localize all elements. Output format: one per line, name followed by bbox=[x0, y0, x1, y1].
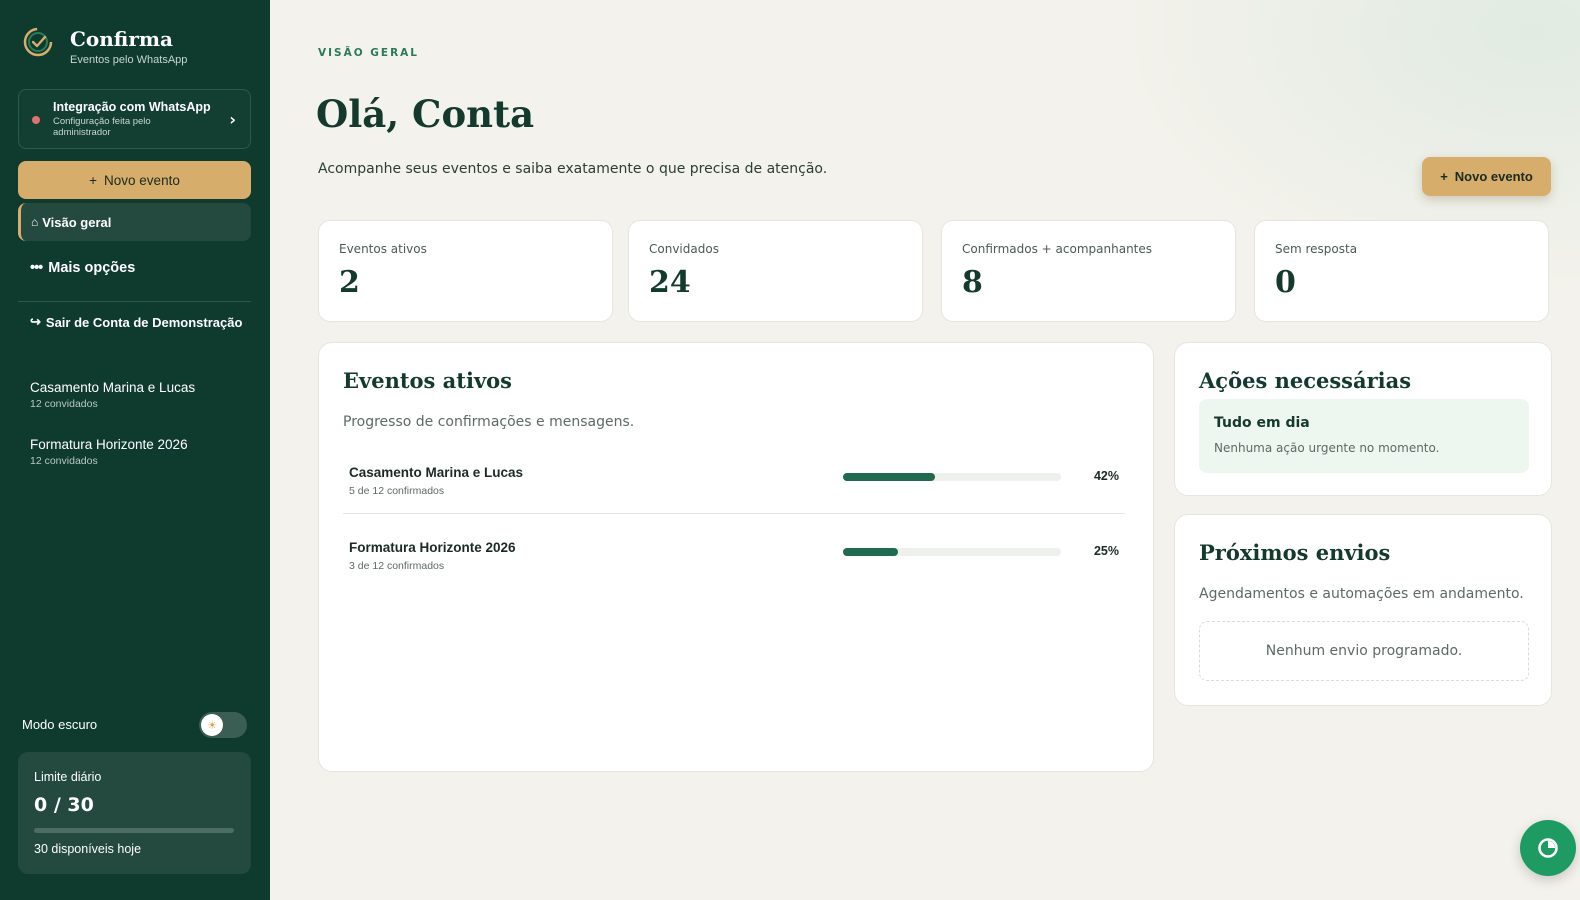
event-progress-fill bbox=[843, 548, 898, 556]
logout-arrow-icon: ↪ bbox=[30, 314, 41, 329]
stat-label: Sem resposta bbox=[1275, 242, 1358, 256]
event-progress-bar bbox=[843, 473, 1061, 481]
new-event-button[interactable]: + Novo evento bbox=[1422, 157, 1551, 196]
whatsapp-integration-title: Integração com WhatsApp bbox=[53, 100, 211, 114]
active-events-subtitle: Progresso de confirmações e mensagens. bbox=[343, 414, 635, 430]
page-eyebrow: VISÃO GERAL bbox=[318, 47, 419, 59]
whatsapp-integration-card[interactable]: Integração com WhatsApp Configuração fei… bbox=[18, 89, 251, 149]
daily-limit-progress bbox=[34, 828, 234, 833]
event-progress-bar bbox=[843, 548, 1061, 556]
event-progress-row[interactable]: Formatura Horizonte 2026 3 de 12 confirm… bbox=[343, 540, 1123, 600]
active-events-title: Eventos ativos bbox=[343, 368, 512, 393]
sidebar-divider bbox=[18, 301, 251, 302]
all-clear-title: Tudo em dia bbox=[1214, 415, 1310, 431]
whatsapp-integration-subtitle: Configuração feita pelo administrador bbox=[53, 116, 151, 138]
all-clear-text: Nenhuma ação urgente no momento. bbox=[1214, 441, 1440, 455]
upcoming-sends-subtitle: Agendamentos e automações em andamento. bbox=[1199, 586, 1524, 602]
event-percent: 25% bbox=[1093, 544, 1119, 558]
sidebar-new-event-button[interactable]: + Novo evento bbox=[18, 161, 251, 199]
sidebar-event-count: 12 convidados bbox=[30, 455, 98, 467]
required-actions-card: Ações necessárias Tudo em dia Nenhuma aç… bbox=[1174, 342, 1552, 496]
sidebar-event-name: Casamento Marina e Lucas bbox=[30, 380, 196, 395]
dots-icon: ••• bbox=[30, 260, 43, 276]
stat-label: Confirmados + acompanhantes bbox=[962, 242, 1153, 256]
sidebar-event-count: 12 convidados bbox=[30, 398, 98, 410]
required-actions-title: Ações necessárias bbox=[1199, 368, 1412, 393]
plus-icon: + bbox=[89, 172, 98, 188]
stat-value: 8 bbox=[962, 265, 983, 300]
stat-label: Convidados bbox=[649, 242, 719, 256]
stat-value: 0 bbox=[1275, 265, 1296, 300]
event-percent: 42% bbox=[1093, 469, 1119, 483]
plus-icon: + bbox=[1440, 169, 1448, 184]
active-events-card: Eventos ativos Progresso de confirmações… bbox=[318, 342, 1154, 772]
chevron-right-icon: › bbox=[229, 110, 236, 129]
sidebar: Confirma Eventos pelo WhatsApp Integraçã… bbox=[0, 0, 270, 900]
more-options-label: Mais opções bbox=[48, 260, 136, 276]
all-clear-box: Tudo em dia Nenhuma ação urgente no mome… bbox=[1199, 399, 1529, 473]
page-subtitle: Acompanhe seus eventos e saiba exatament… bbox=[318, 161, 828, 177]
upcoming-empty-state: Nenhum envio programado. bbox=[1199, 621, 1529, 681]
stat-card-no-response: Sem resposta 0 bbox=[1254, 220, 1549, 322]
stat-card-guests: Convidados 24 bbox=[628, 220, 923, 322]
stat-card-confirmed: Confirmados + acompanhantes 8 bbox=[941, 220, 1236, 322]
stat-value: 2 bbox=[339, 265, 360, 300]
upcoming-sends-card: Próximos envios Agendamentos e automaçõe… bbox=[1174, 514, 1552, 706]
new-event-label: Novo evento bbox=[1454, 169, 1533, 184]
brand-name: Confirma bbox=[70, 27, 173, 51]
sidebar-item-label: Visão geral bbox=[42, 214, 112, 230]
event-name: Casamento Marina e Lucas bbox=[349, 465, 524, 480]
chat-icon bbox=[1538, 838, 1558, 858]
brand-logo-icon bbox=[23, 27, 53, 57]
brand[interactable]: Confirma Eventos pelo WhatsApp bbox=[22, 26, 187, 66]
event-progress-row[interactable]: Casamento Marina e Lucas 5 de 12 confirm… bbox=[343, 465, 1123, 525]
chat-fab-button[interactable] bbox=[1520, 820, 1576, 876]
sidebar-event-name: Formatura Horizonte 2026 bbox=[30, 437, 188, 452]
sidebar-event-item[interactable]: Casamento Marina e Lucas 12 convidados bbox=[30, 380, 195, 410]
event-progress-fill bbox=[843, 473, 935, 481]
daily-limit-card: Limite diário 0 / 30 30 disponíveis hoje bbox=[18, 752, 251, 874]
daily-limit-available: 30 disponíveis hoje bbox=[34, 842, 142, 856]
brand-tagline: Eventos pelo WhatsApp bbox=[70, 54, 188, 66]
sidebar-new-event-label: Novo evento bbox=[104, 172, 180, 188]
event-confirmed-count: 3 de 12 confirmados bbox=[349, 560, 445, 572]
stat-card-active-events: Eventos ativos 2 bbox=[318, 220, 613, 322]
sidebar-item-overview[interactable]: ⌂ Visão geral bbox=[18, 203, 251, 241]
stat-label: Eventos ativos bbox=[339, 242, 427, 256]
daily-limit-label: Limite diário bbox=[34, 770, 102, 784]
more-options-button[interactable]: ••• Mais opções bbox=[30, 260, 135, 276]
sun-icon: ☀ bbox=[201, 714, 223, 736]
logout-button[interactable]: ↪ Sair de Conta de Demonstração bbox=[30, 314, 242, 330]
logout-label: Sair de Conta de Demonstração bbox=[45, 314, 243, 330]
event-confirmed-count: 5 de 12 confirmados bbox=[349, 485, 445, 497]
page-title: Olá, Conta bbox=[316, 92, 535, 136]
daily-limit-value: 0 / 30 bbox=[34, 794, 94, 816]
dark-mode-toggle[interactable]: ☀ bbox=[199, 712, 247, 738]
event-name: Formatura Horizonte 2026 bbox=[349, 540, 516, 555]
status-dot-icon bbox=[32, 116, 40, 124]
stat-value: 24 bbox=[649, 265, 691, 300]
dark-mode-label: Modo escuro bbox=[22, 717, 98, 732]
upcoming-sends-title: Próximos envios bbox=[1199, 540, 1391, 565]
divider bbox=[343, 513, 1125, 514]
sidebar-event-item[interactable]: Formatura Horizonte 2026 12 convidados bbox=[30, 437, 188, 467]
home-icon: ⌂ bbox=[31, 215, 39, 229]
